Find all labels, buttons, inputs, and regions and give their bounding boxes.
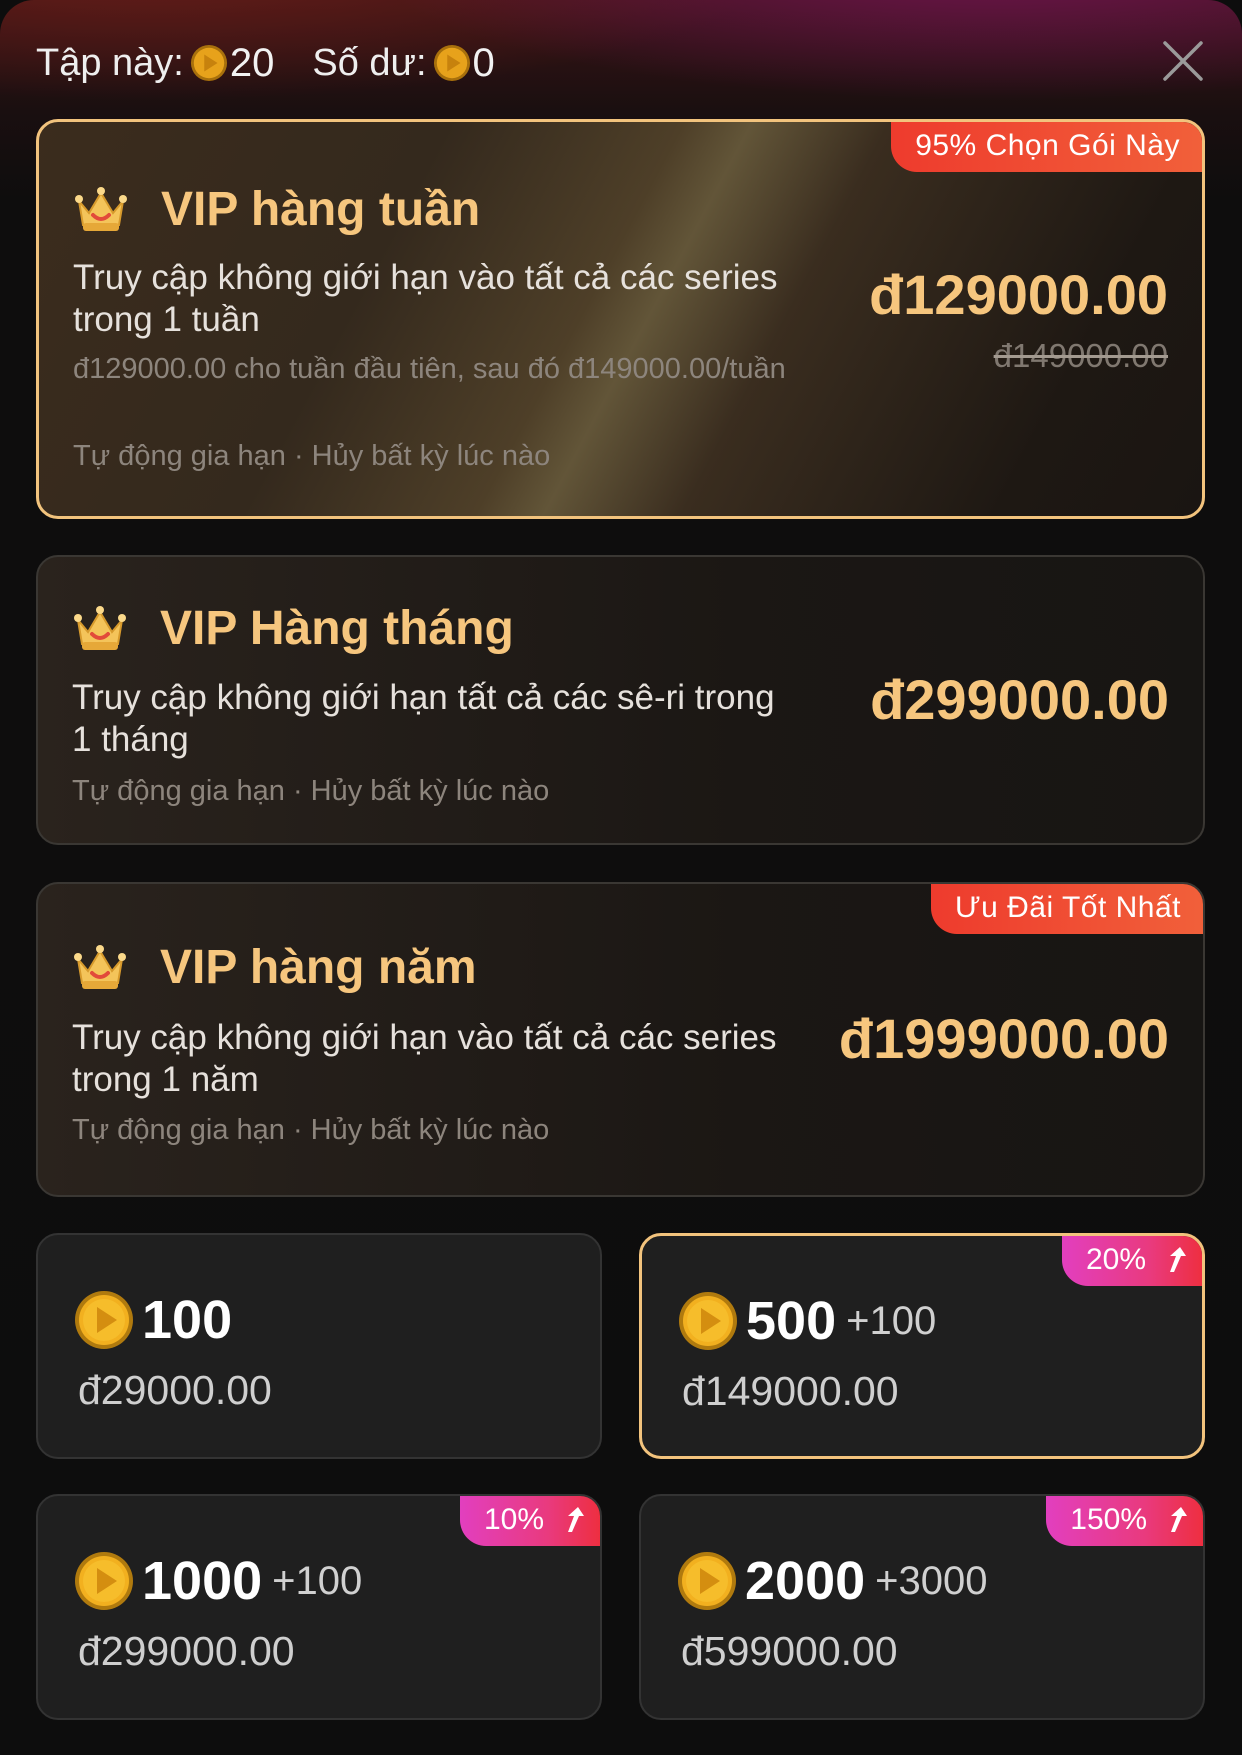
arrow-up-icon — [1171, 1507, 1187, 1532]
pack-bonus: +100 — [846, 1298, 937, 1343]
plan-terms: Tự động gia hạn · Hủy bất kỳ lúc nào — [73, 440, 551, 472]
plan-card-weekly[interactable]: 95% Chọn Gói Này VIP hàng tuần Truy cập … — [36, 119, 1205, 519]
crown-icon — [74, 605, 126, 650]
plan-description: Truy cập không giới hạn vào tất cả các s… — [72, 1018, 777, 1099]
pack-bonus: +3000 — [875, 1558, 988, 1603]
plan-title-row: VIP Hàng tháng — [72, 601, 514, 656]
pack-amount-row: 2000 +3000 — [677, 1550, 987, 1612]
pack-bonus-percent: 150% — [1070, 1503, 1147, 1536]
plan-price: đ299000.00 — [870, 668, 1169, 731]
plan-badge-best-deal: Ưu Đãi Tốt Nhất — [931, 884, 1203, 934]
pack-bonus-percent: 20% — [1085, 1243, 1146, 1276]
coin-icon — [190, 44, 227, 82]
pack-price: đ29000.00 — [78, 1367, 272, 1413]
plan-title: VIP hàng năm — [160, 941, 477, 994]
plan-price: đ129000.00 — [869, 263, 1168, 326]
plan-terms: Tự động gia hạn · Hủy bất kỳ lúc nào — [72, 1114, 550, 1146]
pack-amount-row: 1000 +100 — [74, 1550, 362, 1612]
pack-amount-row: 100 — [74, 1289, 232, 1351]
crown-icon — [74, 944, 126, 989]
pack-bonus-percent: 10% — [483, 1503, 544, 1536]
pack-price: đ149000.00 — [682, 1368, 899, 1414]
coin-icon — [678, 1552, 736, 1610]
plan-card-monthly[interactable]: VIP Hàng tháng Truy cập không giới hạn t… — [36, 555, 1205, 845]
balance: Số dư: 0 — [312, 41, 494, 86]
plan-title-row: VIP hàng năm — [72, 940, 477, 995]
episode-cost-value: 20 — [229, 40, 275, 85]
pack-bonus: +100 — [272, 1558, 363, 1603]
pack-amount: 1000 — [142, 1551, 263, 1611]
episode-cost-label: Tập này: — [36, 41, 184, 84]
pack-amount: 500 — [746, 1291, 837, 1351]
arrow-up-icon — [1170, 1247, 1186, 1272]
coin-icon — [75, 1291, 133, 1349]
plan-pricing-note: đ129000.00 cho tuần đầu tiên, sau đó đ14… — [73, 353, 786, 385]
plan-badge-popular: 95% Chọn Gói Này — [891, 122, 1202, 172]
episode-cost: Tập này: 20 — [36, 41, 274, 86]
coin-icon — [679, 1292, 737, 1350]
balance-label: Số dư: — [312, 41, 427, 84]
coin-pack-100[interactable]: 100 đ29000.00 — [36, 1233, 602, 1459]
pack-amount: 2000 — [745, 1551, 866, 1611]
plan-terms: Tự động gia hạn · Hủy bất kỳ lúc nào — [72, 775, 550, 807]
close-icon[interactable] — [1160, 38, 1206, 84]
pack-amount-row: 500 +100 — [678, 1290, 936, 1352]
coin-icon — [75, 1552, 133, 1610]
pack-price: đ599000.00 — [681, 1628, 898, 1674]
plan-description: Truy cập không giới hạn tất cả các sê-ri… — [72, 678, 775, 759]
plan-title-row: VIP hàng tuần — [73, 182, 480, 237]
plan-title: VIP hàng tuần — [161, 183, 481, 236]
plan-card-yearly[interactable]: Ưu Đãi Tốt Nhất VIP hàng năm Truy cập kh… — [36, 882, 1205, 1197]
crown-icon — [75, 186, 127, 231]
plan-old-price: đ149000.00 — [993, 337, 1168, 374]
pack-bonus-badge: 10% — [459, 1496, 600, 1546]
coin-pack-500[interactable]: 20% 500 +100 đ149000.00 — [639, 1233, 1205, 1459]
header-balance-bar: Tập này: 20 Số dư: 0 — [36, 38, 495, 88]
pack-bonus-badge: 150% — [1046, 1496, 1203, 1546]
coin-icon — [433, 44, 470, 82]
plan-price: đ1999000.00 — [838, 1007, 1169, 1070]
arrow-up-icon — [568, 1507, 584, 1532]
plan-title: VIP Hàng tháng — [160, 602, 514, 655]
coin-pack-1000[interactable]: 10% 1000 +100 đ299000.00 — [36, 1494, 602, 1720]
coin-pack-2000[interactable]: 150% 2000 +3000 đ599000.00 — [639, 1494, 1205, 1720]
pack-price: đ299000.00 — [78, 1628, 295, 1674]
pack-amount: 100 — [142, 1290, 233, 1350]
plan-description: Truy cập không giới hạn vào tất cả các s… — [73, 258, 778, 339]
pack-bonus-badge: 20% — [1061, 1236, 1202, 1286]
balance-value: 0 — [472, 40, 495, 85]
